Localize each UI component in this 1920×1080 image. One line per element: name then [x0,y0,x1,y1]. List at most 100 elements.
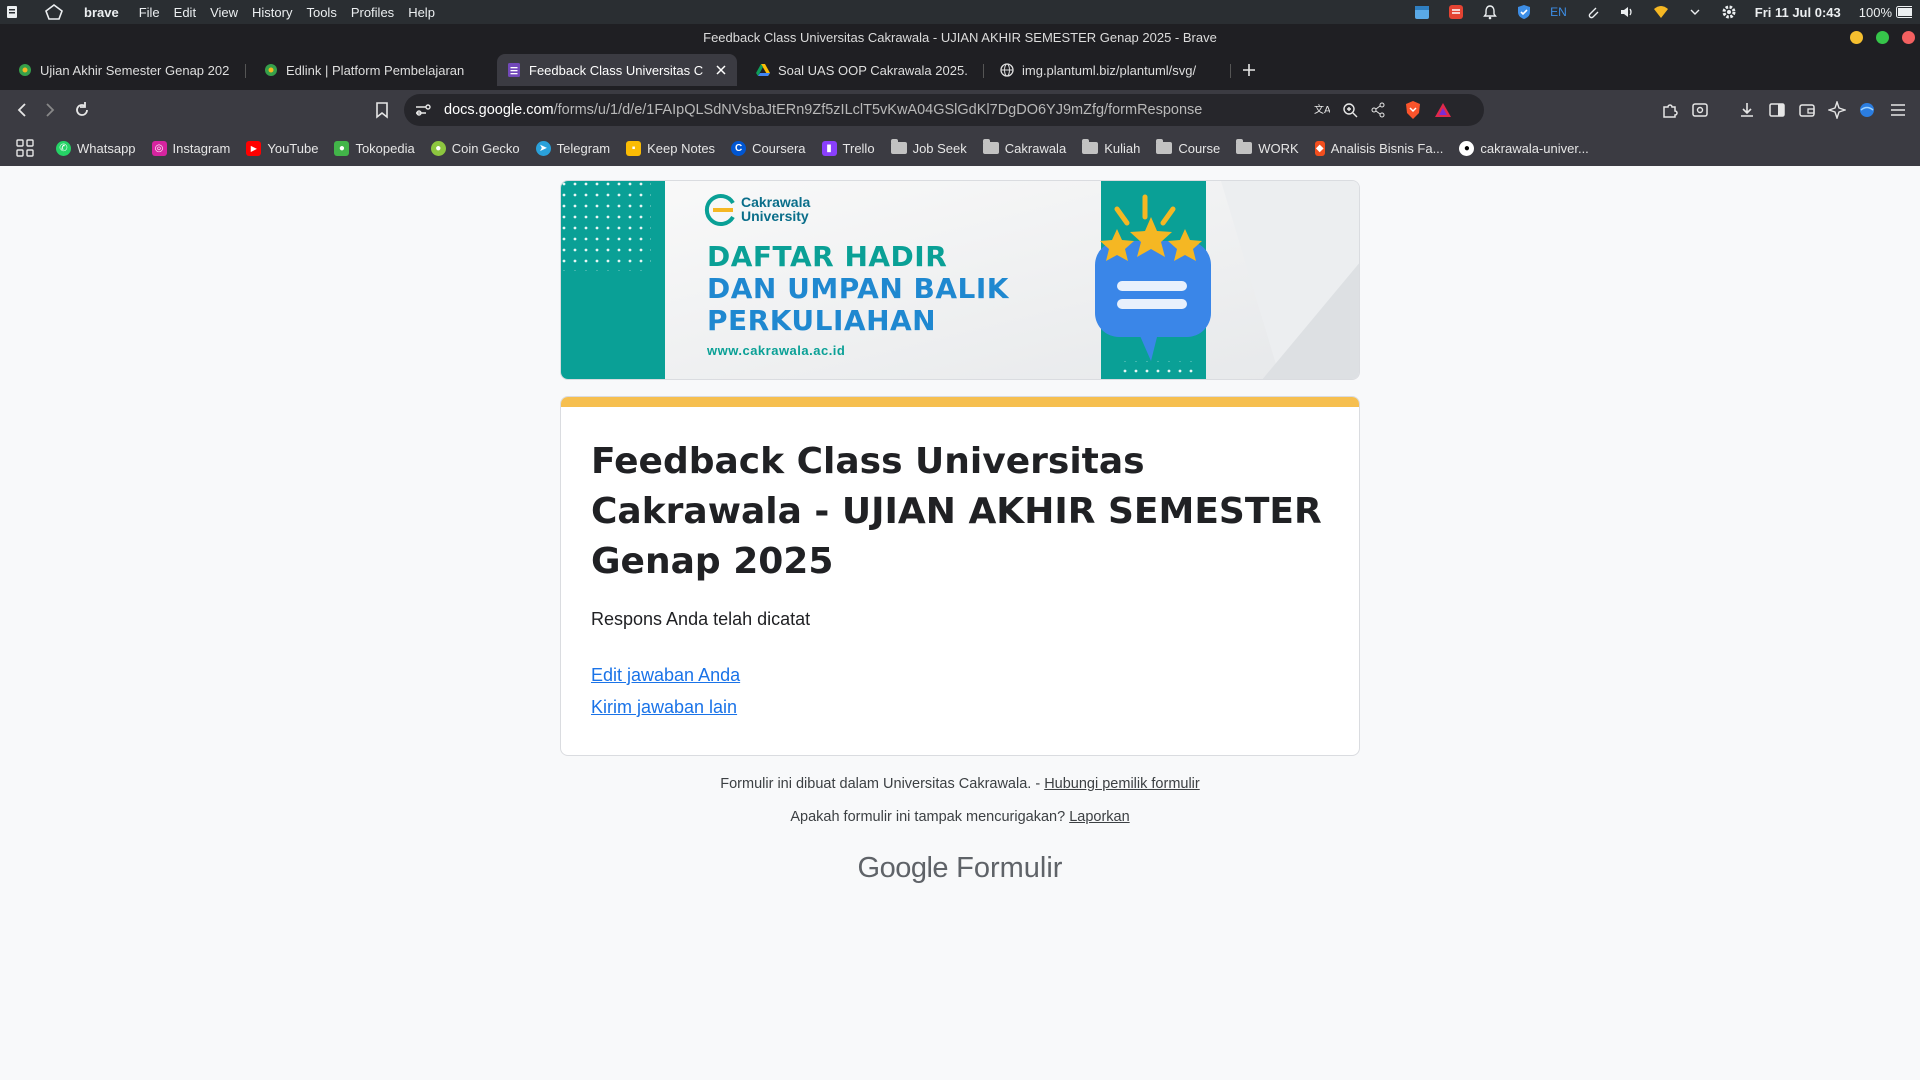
battery-icon[interactable] [1896,4,1912,20]
bookmark-folder-work[interactable]: WORK [1236,139,1299,156]
report-abuse-footer: Apakah formulir ini tampak mencurigakan?… [790,809,1130,825]
bookmark-telegram[interactable]: ➤ Telegram [535,140,610,156]
app-name[interactable]: brave [84,5,119,20]
brave-shields-icon[interactable] [1404,100,1422,120]
instagram-icon: ◎ [151,140,167,156]
tab-feedback-form[interactable]: Feedback Class Universitas C [497,54,737,86]
zoom-icon[interactable] [1342,102,1358,118]
bookmark-coin-gecko[interactable]: ● Coin Gecko [430,140,520,156]
folder-icon [1082,139,1099,154]
coursera-icon: C [731,140,747,156]
bookmark-folder-kuliah[interactable]: Kuliah [1082,139,1140,156]
screenshot-icon[interactable] [1690,100,1710,120]
sidebar-icon[interactable] [1767,100,1787,120]
close-window-button[interactable] [1902,31,1915,44]
tab-plantuml[interactable]: img.plantuml.biz/plantuml/svg/ [990,54,1222,86]
bookmark-coursera[interactable]: C Coursera [731,140,806,156]
bookmark-folder-course[interactable]: Course [1156,139,1220,156]
form-title: Feedback Class Universitas Cakrawala - U… [591,441,1322,582]
bookmark-youtube[interactable]: ▶ YouTube [246,140,318,156]
os-top-panel: brave File Edit View History Tools Profi… [0,0,1920,24]
paperclip-icon[interactable] [1585,4,1601,20]
bookmark-github[interactable]: ● cakrawala-univer... [1459,140,1589,156]
menu-edit[interactable]: Edit [174,5,196,20]
share-icon[interactable] [1370,102,1386,118]
minimize-button[interactable] [1850,31,1863,44]
keyboard-layout[interactable]: EN [1550,5,1567,19]
bookmark-whatsapp[interactable]: ✆ Whatsapp [56,140,136,156]
whatsapp-icon: ✆ [56,140,71,156]
wallet-icon[interactable] [1797,100,1817,120]
clock[interactable]: Fri 11 Jul 0:43 [1755,5,1841,20]
edlink-icon [18,63,32,77]
reload-icon[interactable] [72,100,92,120]
volume-icon[interactable] [1619,4,1635,20]
menu-profiles[interactable]: Profiles [351,5,394,20]
globe-icon [1000,63,1014,77]
google-wordmark: Google [857,852,949,884]
banner-headline: DAFTAR HADIR DAN UMPAN BALIK PERKULIAHAN [707,241,1009,337]
contact-owner-link[interactable]: Hubungi pemilik formulir [1044,776,1200,792]
bookmark-folder-job-seek[interactable]: Job Seek [890,139,967,156]
url-text[interactable]: docs.google.com/forms/u/1/d/e/1FAIpQLSdN… [444,102,1202,118]
google-forms-logo[interactable]: Google Formulir [0,852,1920,885]
navigation-toolbar: docs.google.com/forms/u/1/d/e/1FAIpQLSdN… [0,90,1920,130]
url-domain: docs.google.com [444,102,554,118]
leo-ai-icon[interactable] [1827,100,1847,120]
submit-another-response-link[interactable]: Kirim jawaban lain [591,697,737,718]
report-link[interactable]: Laporkan [1069,809,1129,825]
response-recorded-message: Respons Anda telah dicatat [591,609,811,629]
bookmarks-bar: ✆ Whatsapp ◎ Instagram ▶ YouTube ● Tokopedia… [0,130,1920,166]
bookmark-trello[interactable]: ▮ Trello [821,140,875,156]
main-menu-icon[interactable] [1888,100,1908,120]
wifi-icon[interactable] [1653,4,1669,20]
site-settings-icon[interactable] [414,102,432,118]
bookmark-folder-cakrawala[interactable]: Cakrawala [982,139,1066,156]
translate-icon[interactable]: 文A [1314,102,1330,118]
bookmark-instagram[interactable]: ◎ Instagram [151,140,230,156]
bookmark-icon[interactable] [372,100,392,120]
home-icon[interactable] [44,3,64,21]
bookmark-keep-notes[interactable]: ▪ Keep Notes [626,140,715,156]
tokopedia-icon: ● [334,140,350,156]
menu-view[interactable]: View [210,5,238,20]
back-arrow-icon[interactable] [12,100,32,120]
maximize-button[interactable] [1876,31,1889,44]
vpn-icon[interactable] [1857,100,1877,120]
todoist-icon[interactable] [1448,4,1464,20]
bookmark-figma[interactable]: ◆ Analisis Bisnis Fa... [1314,140,1443,156]
window-title: Feedback Class Universitas Cakrawala - U… [703,29,1217,45]
document-icon[interactable] [6,5,20,19]
figma-icon: ◆ [1314,140,1325,156]
brand-name: Cakrawala University [741,194,811,224]
notifications-icon[interactable] [1482,4,1498,20]
trello-icon: ▮ [821,140,837,156]
download-icon[interactable] [1737,100,1757,120]
tab-soal-uas[interactable]: Soal UAS OOP Cakrawala 2025.p [746,54,978,86]
google-drive-icon [756,63,770,77]
settings-gear-icon[interactable] [1721,4,1737,20]
edlink-icon [264,63,278,77]
cakrawala-logo-icon [703,193,737,227]
new-tab-icon[interactable] [1241,62,1257,78]
bookmark-tokopedia[interactable]: ● Tokopedia [334,140,415,156]
calendar-icon[interactable] [1414,4,1430,20]
form-owner-footer: Formulir ini dibuat dalam Universitas Ca… [720,776,1200,792]
svg-text:文A: 文A [1314,103,1330,116]
chevron-down-icon[interactable] [1687,4,1703,20]
menu-tools[interactable]: Tools [306,5,336,20]
menu-help[interactable]: Help [408,5,435,20]
youtube-icon: ▶ [246,140,262,156]
menu-history[interactable]: History [252,5,292,20]
address-bar[interactable]: docs.google.com/forms/u/1/d/e/1FAIpQLSdN… [404,94,1484,126]
close-tab-icon[interactable] [715,64,727,76]
edit-response-link[interactable]: Edit jawaban Anda [591,665,740,686]
menu-file[interactable]: File [139,5,160,20]
forward-arrow-icon[interactable] [40,100,60,120]
extensions-puzzle-icon[interactable] [1660,100,1680,120]
tab-ujian[interactable]: Ujian Akhir Semester Genap 202 [8,54,240,86]
tab-edlink[interactable]: Edlink | Platform Pembelajaran [254,54,482,86]
shield-icon[interactable] [1516,4,1532,20]
apps-grid-icon[interactable] [16,139,34,157]
brave-rewards-icon[interactable] [1434,101,1452,119]
